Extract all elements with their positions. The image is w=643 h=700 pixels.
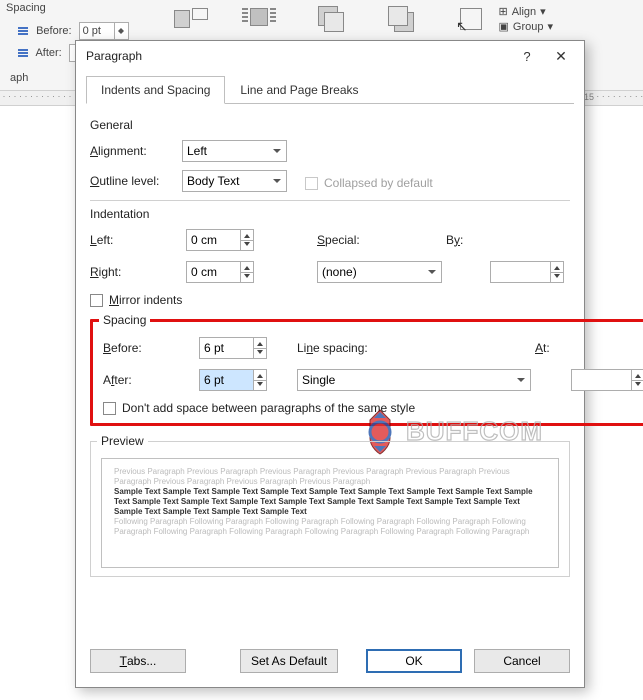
spin-down[interactable] [254,349,266,359]
wrap-text-icon[interactable] [240,4,282,38]
preview-previous-text: Previous Paragraph Previous Paragraph Pr… [114,467,546,487]
spin-down[interactable] [241,273,253,283]
selection-pane-icon[interactable] [450,4,492,38]
spin-down[interactable] [241,241,253,251]
spacing-at-input[interactable] [572,370,631,390]
collapsed-by-default: Collapsed by default [305,176,433,190]
collapsed-checkbox [305,177,318,190]
ribbon-before-value[interactable]: 0 pt [79,22,129,40]
mirror-indents-row[interactable]: Mirror indents [90,293,570,307]
spin-down[interactable] [632,381,643,391]
spacing-before-icon [18,26,30,36]
line-spacing-label: Line spacing: [297,341,407,355]
mirror-indents-label: Mirror indents [109,293,182,307]
line-spacing-select[interactable]: Single [297,369,531,391]
position-icon[interactable] [170,4,212,38]
indent-special-select[interactable]: (none) [317,261,442,283]
paragraph-dialog: Paragraph ? ✕ Indents and Spacing Line a… [75,40,585,688]
spin-up[interactable] [241,262,253,273]
ribbon-align-label[interactable]: Align [512,6,536,18]
group-icon[interactable]: ▣ [498,20,508,33]
align-icon[interactable]: ⊞ [498,5,507,18]
spacing-before-input[interactable] [200,338,253,358]
preview-box: Previous Paragraph Previous Paragraph Pr… [101,458,559,568]
dont-add-space-label: Don't add space between paragraphs of th… [122,401,415,415]
spacing-before-label: Before: [103,341,195,355]
set-as-default-button[interactable]: Set As Default [240,649,338,673]
indent-by-label: By: [446,233,486,247]
dialog-title: Paragraph [86,49,510,63]
dont-add-space-checkbox[interactable] [103,402,116,415]
outline-level-select[interactable]: Body Text [182,170,287,192]
spacing-before-spin[interactable] [199,337,267,359]
dialog-tabs: Indents and Spacing Line and Page Breaks [86,75,574,104]
ribbon-paragraph-group-label: aph [10,72,28,84]
dont-add-space-row[interactable]: Don't add space between paragraphs of th… [103,401,643,415]
spin-down[interactable] [254,381,266,391]
spacing-after-spin[interactable] [199,369,267,391]
spin-up[interactable] [551,262,563,273]
indent-left-input[interactable] [187,230,240,250]
ribbon-after-label: After: [35,47,61,59]
ok-button[interactable]: OK [366,649,462,673]
indent-left-spin[interactable] [186,229,254,251]
preview-section: Preview Previous Paragraph Previous Para… [90,434,570,577]
spin-up[interactable] [241,230,253,241]
preview-following-text: Following Paragraph Following Paragraph … [114,517,546,537]
alignment-label: Alignment: [90,144,182,158]
spacing-after-icon [18,48,30,58]
ribbon-arrange-icons [170,4,492,38]
tab-indents-spacing[interactable]: Indents and Spacing [86,76,225,104]
spacing-at-label: At: [535,341,567,355]
spin-up[interactable] [254,338,266,349]
help-button[interactable]: ? [510,43,544,69]
spin-up[interactable] [254,370,266,381]
alignment-select[interactable]: Left [182,140,287,162]
dialog-button-row: Tabs... Set As Default OK Cancel [76,637,584,687]
spacing-after-label: After: [103,373,195,387]
indent-right-label: Right: [90,265,182,279]
section-general: General [90,118,570,132]
spin-down[interactable] [551,273,563,283]
spacing-at-spin[interactable] [571,369,643,391]
collapsed-label: Collapsed by default [324,176,433,190]
section-preview: Preview [97,434,148,448]
indent-by-input[interactable] [491,262,550,282]
section-spacing: Spacing [99,313,150,327]
indent-by-spin[interactable] [490,261,564,283]
ribbon-spacing-before: Before: 0 pt [18,22,129,40]
bring-forward-icon[interactable] [310,4,352,38]
send-backward-icon[interactable] [380,4,422,38]
spin-up[interactable] [632,370,643,381]
outline-level-label: Outline level: [90,174,182,188]
divider [90,200,570,201]
tabs-button[interactable]: Tabs... [90,649,186,673]
close-button[interactable]: ✕ [544,43,578,69]
indent-special-label: Special: [317,233,405,247]
ribbon-group-label[interactable]: Group [513,21,544,33]
ribbon-before-label: Before: [36,25,71,37]
ribbon-align-group: ⊞ Align ▾ ▣ Group ▾ [498,5,553,35]
mirror-indents-checkbox[interactable] [90,294,103,307]
tab-line-breaks[interactable]: Line and Page Breaks [225,76,373,104]
indent-left-label: Left: [90,233,182,247]
preview-sample-text: Sample Text Sample Text Sample Text Samp… [114,487,546,517]
spacing-after-input[interactable] [200,370,253,390]
section-indentation: Indentation [90,207,570,221]
indent-right-spin[interactable] [186,261,254,283]
ribbon-spacing-group-label: Spacing [6,2,46,14]
cancel-button[interactable]: Cancel [474,649,570,673]
dialog-titlebar[interactable]: Paragraph ? ✕ [76,41,584,71]
indent-right-input[interactable] [187,262,240,282]
spacing-section: Spacing Before: Line spacing: At: After: [90,313,643,426]
